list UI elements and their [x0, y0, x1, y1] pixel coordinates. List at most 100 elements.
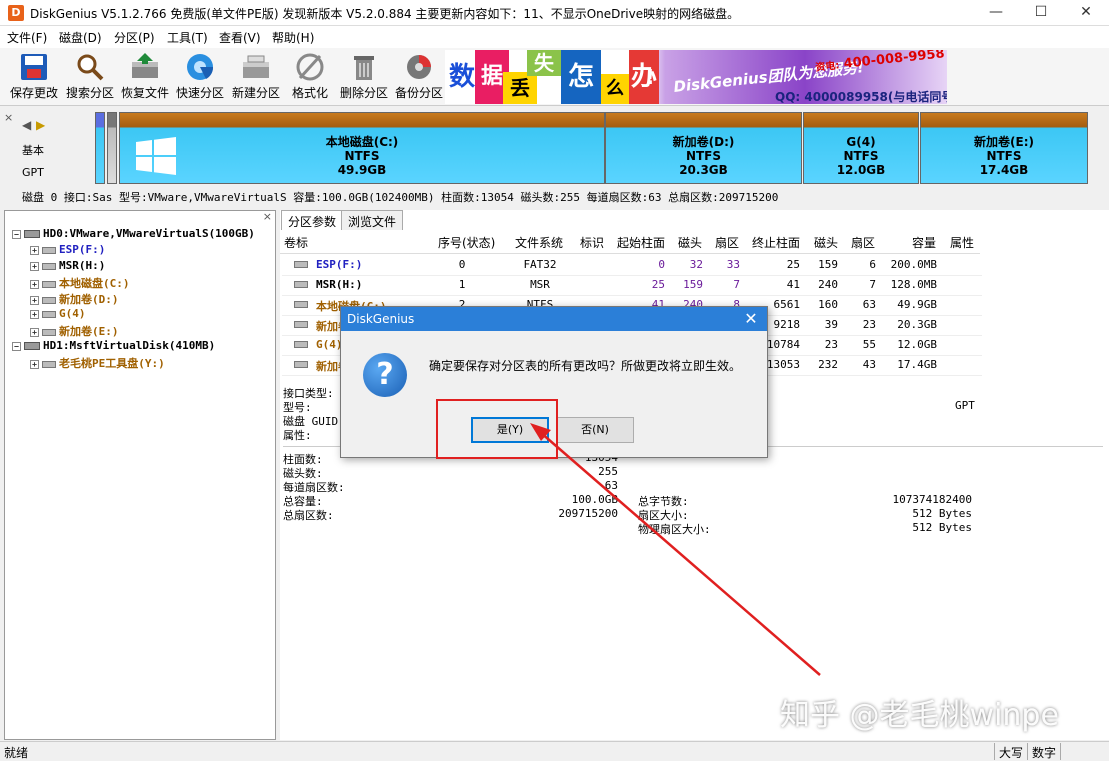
watermark: 知乎 @老毛桃winpe	[780, 698, 1059, 733]
menu-tools[interactable]: 工具(T)	[167, 29, 208, 46]
dialog-close-button[interactable]: ✕	[741, 307, 761, 331]
quick-partition-button[interactable]: 快速分区	[172, 50, 228, 104]
menu-disk[interactable]: 磁盘(D)	[59, 29, 102, 46]
next-disk-arrow-icon[interactable]: ▶	[36, 118, 45, 132]
sector-size-value: 512 Bytes	[912, 507, 972, 520]
no-button[interactable]: 否(N)	[556, 417, 634, 443]
col-size[interactable]: 容量	[912, 232, 936, 254]
tree-item-e[interactable]: + 新加卷(E:)	[30, 323, 119, 339]
expand-icon[interactable]: +	[30, 261, 39, 271]
col-fs[interactable]: 文件系统	[515, 232, 563, 254]
status-empty-cell	[1060, 743, 1109, 760]
col-id[interactable]: 标识	[580, 232, 604, 254]
cell-sc: 25	[651, 278, 665, 291]
col-end-head[interactable]: 磁头	[814, 232, 838, 254]
menu-file[interactable]: 文件(F)	[7, 29, 47, 46]
physical-sector-size-label: 物理扇区大小:	[638, 523, 711, 536]
prev-disk-arrow-icon[interactable]: ◀	[22, 118, 31, 132]
cell-sc: 0	[658, 258, 665, 271]
partition-icon	[294, 341, 308, 348]
col-start-sector[interactable]: 扇区	[715, 232, 739, 254]
partition-size: 49.9GB	[337, 163, 387, 177]
format-icon	[296, 53, 324, 81]
partition-size: 20.3GB	[679, 163, 728, 177]
dialog-message: 确定要保存对分区表的所有更改吗？所做更改将立即生效。	[429, 359, 742, 373]
format-button[interactable]: 格式化	[282, 50, 338, 104]
cell-eh: 159	[818, 258, 838, 271]
banner-qq: QQ: 4000089958(与电话同号)	[775, 90, 947, 104]
col-label[interactable]: 卷标	[284, 232, 308, 254]
maximize-button[interactable]: ☐	[1018, 0, 1064, 26]
cell-es: 23	[862, 318, 876, 331]
partition-block-g[interactable]: G(4) NTFS 12.0GB	[803, 112, 919, 184]
save-changes-button[interactable]: 保存更改	[6, 50, 62, 104]
banner-char: 失	[527, 50, 561, 76]
cell-eh: 23	[824, 338, 838, 351]
recover-files-button[interactable]: 恢复文件	[117, 50, 173, 104]
expand-icon[interactable]: +	[30, 295, 39, 305]
banner-char: !	[645, 65, 655, 89]
partition-style-value: GPT	[955, 399, 975, 412]
new-partition-button[interactable]: 新建分区	[228, 50, 284, 104]
partition-block-d[interactable]: 新加卷(D:) NTFS 20.3GB	[605, 112, 802, 184]
partition-esp-block[interactable]	[95, 112, 105, 184]
tree-item-msr[interactable]: + MSR(H:)	[30, 259, 105, 272]
banner-char: 么	[601, 74, 629, 104]
heads-value: 255	[598, 465, 618, 478]
col-start-cyl[interactable]: 起始柱面	[617, 232, 665, 254]
col-index[interactable]: 序号(状态)	[438, 232, 495, 254]
spt-value: 63	[604, 479, 618, 492]
partition-icon	[294, 321, 308, 328]
total-sectors-label: 总扇区数:	[283, 509, 334, 522]
save-icon	[21, 54, 47, 80]
cell-size: 49.9GB	[897, 298, 937, 311]
partition-size: 12.0GB	[836, 163, 886, 177]
menu-view[interactable]: 查看(V)	[219, 29, 261, 46]
cell-eh: 240	[818, 278, 838, 291]
partition-icon	[42, 246, 56, 254]
tree-item-esp[interactable]: + ESP(F:)	[30, 243, 105, 256]
col-attr[interactable]: 属性	[950, 232, 974, 254]
tree-item-hd0[interactable]: − HD0:VMware,VMwareVirtualS(100GB)	[12, 227, 255, 240]
expand-icon[interactable]: +	[30, 279, 39, 289]
search-partition-button[interactable]: 搜索分区	[62, 50, 118, 104]
col-start-head[interactable]: 磁头	[678, 232, 702, 254]
menu-help[interactable]: 帮助(H)	[272, 29, 314, 46]
partition-icon	[294, 281, 308, 288]
tab-browse-files[interactable]: 浏览文件	[341, 210, 404, 230]
tree-item-y[interactable]: + 老毛桃PE工具盘(Y:)	[30, 355, 165, 371]
partition-size: 17.4GB	[979, 163, 1029, 177]
disk-bar-close-button[interactable]: ×	[4, 111, 13, 124]
tab-partition-params[interactable]: 分区参数	[281, 210, 344, 230]
partition-msr-block[interactable]	[107, 112, 117, 184]
partition-icon	[42, 360, 56, 368]
delete-partition-button[interactable]: 删除分区	[336, 50, 392, 104]
menu-partition[interactable]: 分区(P)	[114, 29, 155, 46]
cell-size: 20.3GB	[897, 318, 937, 331]
col-end-cyl[interactable]: 终止柱面	[752, 232, 800, 254]
expand-icon[interactable]: +	[30, 327, 39, 337]
capacity-value: 100.0GB	[571, 493, 618, 506]
backup-partition-button[interactable]: 备份分区	[391, 50, 447, 104]
tree-item-hd1[interactable]: − HD1:MsftVirtualDisk(410MB)	[12, 339, 215, 352]
tree-close-button[interactable]: ×	[263, 210, 272, 223]
partition-block-c[interactable]: 本地磁盘(C:) NTFS 49.9GB	[119, 112, 605, 184]
quick-partition-icon	[187, 54, 214, 80]
collapse-icon[interactable]: −	[12, 341, 21, 351]
cell-label: MSR(H:)	[316, 278, 363, 291]
partition-name: G(4)	[846, 135, 876, 149]
col-end-sector[interactable]: 扇区	[851, 232, 875, 254]
tree-item-c[interactable]: + 本地磁盘(C:)	[30, 275, 130, 291]
close-window-button[interactable]: ✕	[1063, 0, 1109, 26]
collapse-icon[interactable]: −	[12, 229, 21, 239]
tree-item-d[interactable]: + 新加卷(D:)	[30, 291, 119, 307]
question-icon: ?	[363, 353, 407, 397]
expand-icon[interactable]: +	[30, 245, 39, 255]
tree-label: G(4)	[59, 307, 86, 320]
tree-item-g[interactable]: + G(4)	[30, 307, 86, 320]
expand-icon[interactable]: +	[30, 309, 39, 319]
partition-block-e[interactable]: 新加卷(E:) NTFS 17.4GB	[920, 112, 1088, 184]
expand-icon[interactable]: +	[30, 359, 39, 369]
minimize-button[interactable]: —	[973, 0, 1019, 26]
promo-banner[interactable]: 数 据 丢 失 怎 么 办 ! DiskGenius团队为您服务! 资电: 40…	[445, 50, 947, 104]
